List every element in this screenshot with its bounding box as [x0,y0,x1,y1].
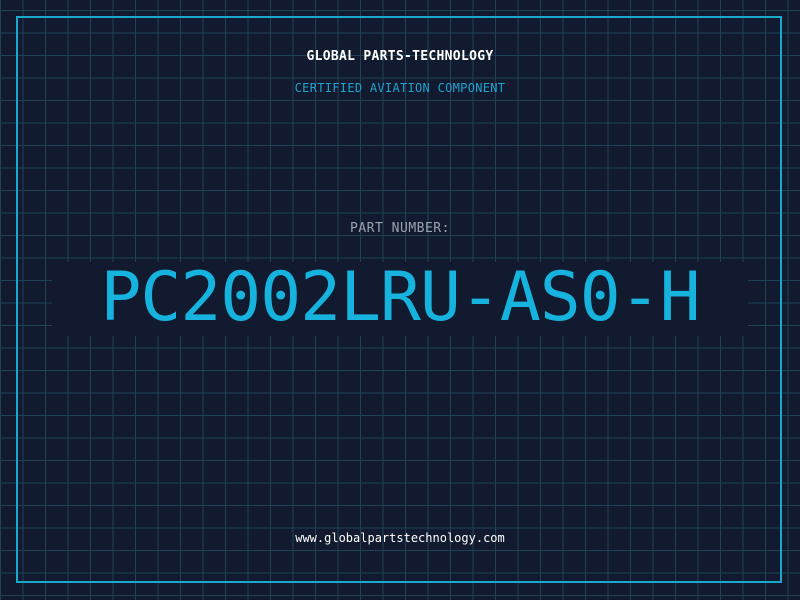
part-number-value: PC2002LRU-AS0-H [100,258,700,337]
website-url: www.globalpartstechnology.com [295,531,505,545]
part-number-label: PART NUMBER: [350,221,450,236]
company-name: GLOBAL PARTS-TECHNOLOGY [306,49,494,64]
tagline: CERTIFIED AVIATION COMPONENT [294,81,506,95]
